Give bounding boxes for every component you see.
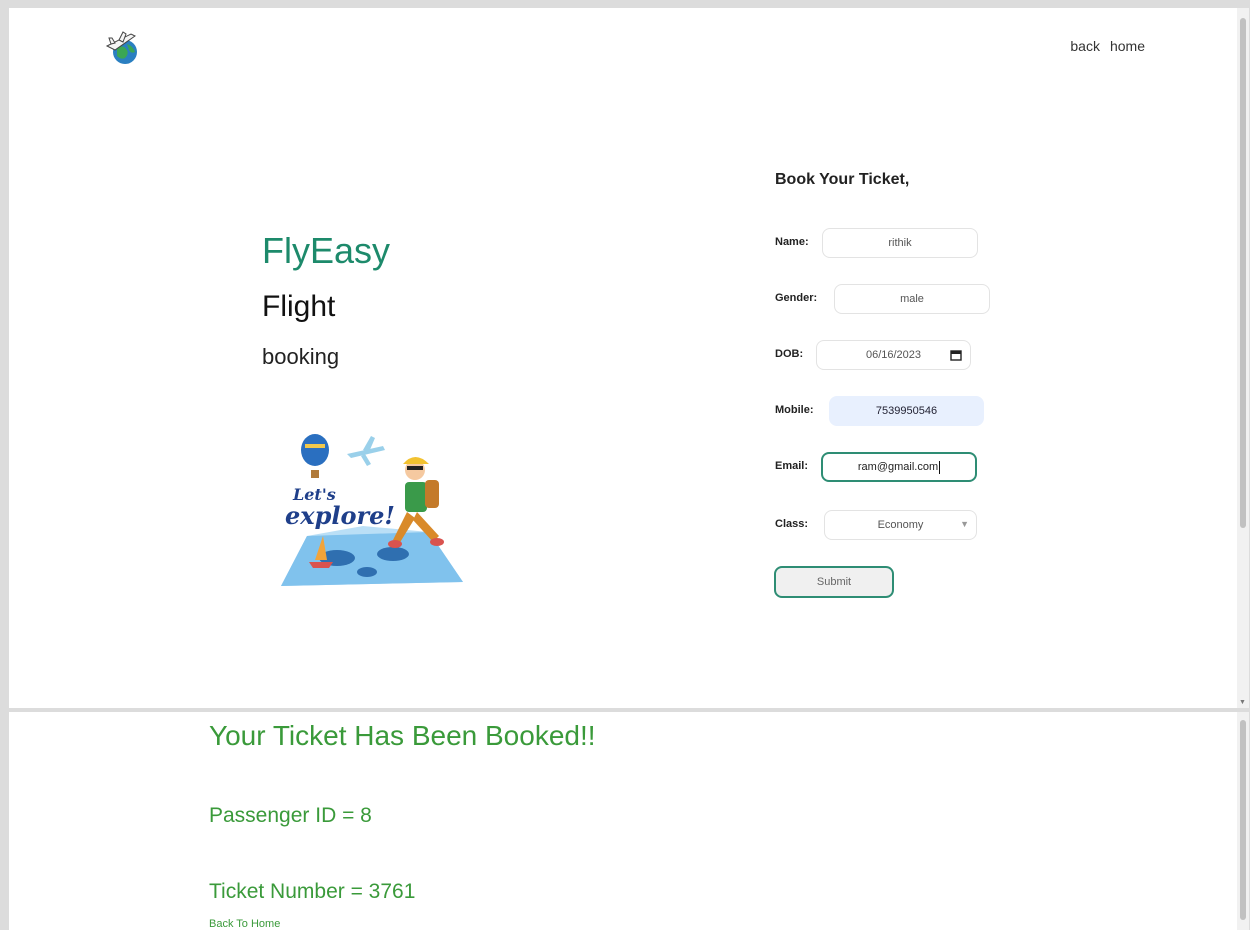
chevron-down-icon: ▼ xyxy=(960,519,969,529)
gender-label: Gender: xyxy=(775,292,818,304)
email-input-value: ram@gmail.com xyxy=(857,461,939,473)
top-scrollbar[interactable]: ▼ xyxy=(1237,8,1249,708)
mobile-input[interactable]: 7539950546 xyxy=(829,396,984,426)
email-input[interactable]: ram@gmail.com xyxy=(821,452,977,482)
brand-subtitle: Flight xyxy=(262,290,336,323)
name-input[interactable]: rithik xyxy=(822,228,978,258)
email-label: Email: xyxy=(775,460,809,472)
illustration-text-explore: explore! xyxy=(285,501,395,530)
scroll-down-arrow-icon[interactable]: ▼ xyxy=(1239,699,1246,706)
class-select-value: Economy xyxy=(877,519,924,531)
gender-input[interactable]: male xyxy=(834,284,990,314)
brand-tagline: booking xyxy=(262,344,340,369)
mobile-label: Mobile: xyxy=(775,404,814,416)
confirmation-page: Your Ticket Has Been Booked!! Passenger … xyxy=(9,712,1237,930)
gender-input-value: male xyxy=(900,293,924,305)
form-heading: Book Your Ticket, xyxy=(775,171,910,188)
home-link[interactable]: home xyxy=(1110,38,1145,54)
globe-airplane-logo-icon[interactable] xyxy=(101,26,145,70)
back-to-home-link[interactable]: Back To Home xyxy=(209,918,280,930)
top-scrollbar-thumb[interactable] xyxy=(1240,18,1246,528)
booking-page: back home FlyEasy Flight booking Let's e… xyxy=(9,8,1237,708)
back-link[interactable]: back xyxy=(1070,38,1100,54)
bottom-scrollbar[interactable] xyxy=(1237,712,1249,930)
dob-input[interactable]: 06/16/2023 xyxy=(816,340,971,370)
dob-input-value: 06/16/2023 xyxy=(865,349,922,361)
bottom-scrollbar-thumb[interactable] xyxy=(1240,720,1246,920)
text-caret xyxy=(939,460,941,474)
name-label: Name: xyxy=(775,236,809,248)
dob-label: DOB: xyxy=(775,348,804,360)
top-nav: back home xyxy=(1070,38,1145,54)
ticket-number-text: Ticket Number = 3761 xyxy=(209,880,416,903)
mobile-input-value: 7539950546 xyxy=(875,405,938,417)
class-select[interactable]: Economy ▼ xyxy=(824,510,977,540)
name-input-value: rithik xyxy=(888,237,912,249)
submit-button[interactable]: Submit xyxy=(774,566,894,598)
brand-title: FlyEasy xyxy=(262,230,391,271)
class-label: Class: xyxy=(775,518,809,530)
confirmation-title: Your Ticket Has Been Booked!! xyxy=(209,720,596,751)
explore-illustration: Let's explore! xyxy=(281,434,463,586)
calendar-icon[interactable] xyxy=(950,349,962,361)
passenger-id-text: Passenger ID = 8 xyxy=(209,804,372,827)
